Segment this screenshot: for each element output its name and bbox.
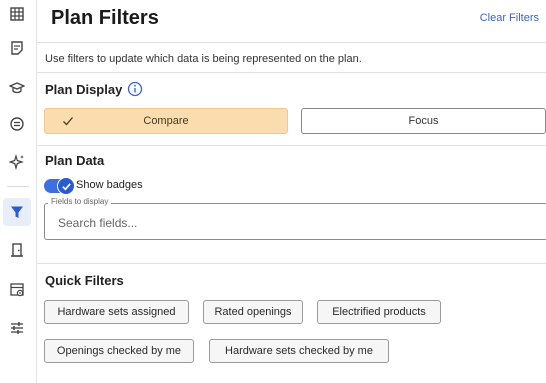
quick-filter-chip[interactable]: Hardware sets checked by me: [209, 339, 389, 363]
sidebar-divider: [7, 186, 29, 187]
quick-filter-chip[interactable]: Rated openings: [203, 300, 303, 324]
search-fields-input[interactable]: [58, 216, 538, 230]
graduation-cap-icon[interactable]: [3, 74, 31, 102]
quick-filter-chip[interactable]: Openings checked by me: [44, 339, 194, 363]
check-icon: [63, 117, 73, 126]
plan-data-heading: Plan Data: [45, 153, 105, 168]
filter-icon[interactable]: [3, 198, 31, 226]
sparkle-icon[interactable]: [3, 148, 31, 176]
door-icon[interactable]: [3, 236, 31, 264]
circle-lines-icon[interactable]: [3, 110, 31, 138]
quick-filter-chip[interactable]: Electrified products: [317, 300, 441, 324]
page-title: Plan Filters: [51, 7, 159, 29]
compare-option-label: Compare: [143, 115, 189, 127]
divider: [37, 263, 546, 264]
show-badges-toggle[interactable]: [44, 177, 75, 195]
show-badges-label: Show badges: [76, 179, 143, 191]
sliders-icon[interactable]: [3, 314, 31, 342]
quick-filter-chip[interactable]: Hardware sets assigned: [44, 300, 189, 324]
check-icon: [61, 182, 71, 190]
view-list-icon[interactable]: [3, 276, 31, 304]
divider: [37, 72, 546, 73]
plan-display-heading: Plan Display: [45, 82, 123, 97]
divider: [37, 42, 546, 43]
compare-option[interactable]: Compare: [44, 108, 288, 134]
divider: [37, 145, 546, 146]
fields-to-display-legend: Fields to display: [48, 197, 112, 206]
filters-panel: Plan Filters Clear Filters Use filters t…: [37, 0, 546, 383]
sidebar: [0, 0, 37, 383]
document-icon[interactable]: [3, 34, 31, 62]
grid-icon[interactable]: [3, 0, 31, 28]
toggle-knob: [57, 177, 75, 195]
focus-option[interactable]: Focus: [301, 108, 546, 134]
panel-description: Use filters to update which data is bein…: [45, 53, 362, 65]
fields-to-display-field: [44, 203, 546, 240]
info-icon[interactable]: [127, 81, 143, 97]
clear-filters-link[interactable]: Clear Filters: [480, 12, 539, 24]
quick-filters-heading: Quick Filters: [45, 273, 124, 288]
focus-option-label: Focus: [408, 115, 439, 127]
